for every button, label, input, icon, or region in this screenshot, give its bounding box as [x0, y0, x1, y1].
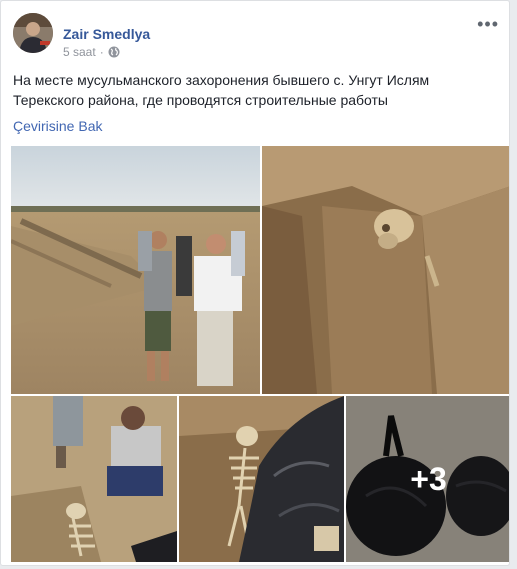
- photo-4[interactable]: [179, 396, 344, 562]
- photo-1[interactable]: [11, 146, 260, 394]
- more-options-icon[interactable]: •••: [477, 15, 499, 33]
- post-time[interactable]: 5 saat: [63, 45, 96, 59]
- photo-5[interactable]: +3: [346, 396, 509, 562]
- see-translation-link[interactable]: Çevirisine Bak: [13, 118, 102, 134]
- author-name[interactable]: Zair Smedlya: [63, 26, 150, 42]
- author-avatar[interactable]: [13, 13, 53, 53]
- meta-separator: ·: [99, 45, 104, 59]
- photo-3[interactable]: [11, 396, 177, 562]
- more-photos-count: +3: [410, 460, 447, 497]
- photo-2[interactable]: [262, 146, 509, 394]
- post-card: Zair Smedlya 5 saat · ••• На месте мусул…: [0, 0, 510, 566]
- more-photos-overlay[interactable]: +3: [346, 396, 509, 562]
- avatar-image: [13, 13, 53, 53]
- post-text: На месте мусульманского захоронения бывш…: [13, 72, 430, 108]
- post-meta: 5 saat ·: [63, 45, 120, 59]
- globe-icon[interactable]: [108, 46, 120, 58]
